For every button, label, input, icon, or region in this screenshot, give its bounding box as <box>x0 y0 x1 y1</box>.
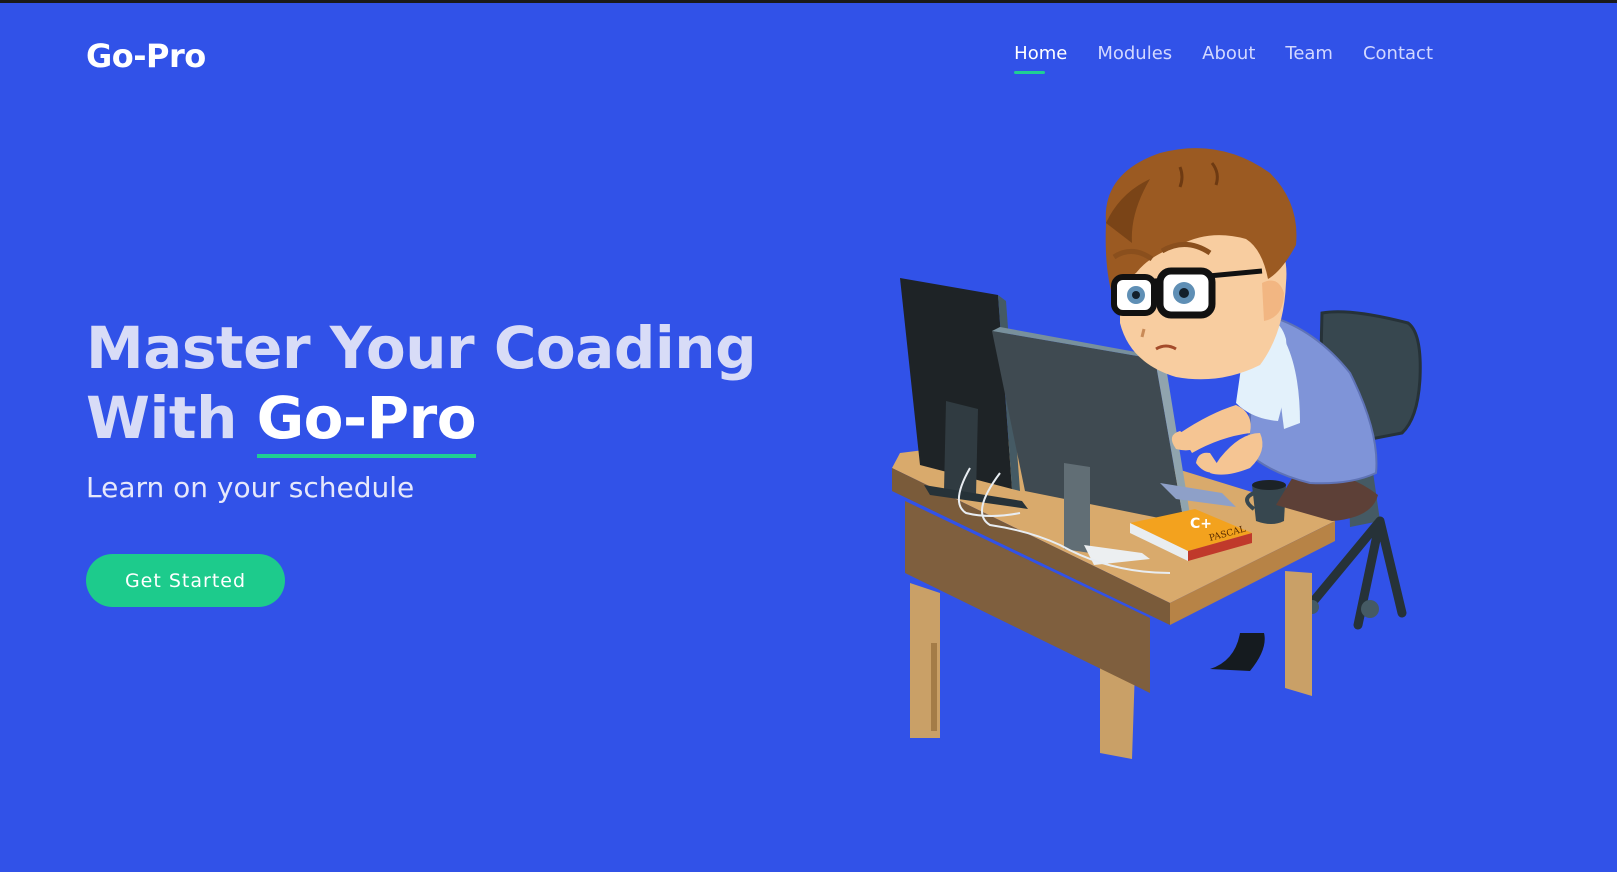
nav-item-about[interactable]: About <box>1202 43 1255 74</box>
hero-subtitle: Learn on your schedule <box>86 471 415 504</box>
hero-title-line2-prefix: With <box>86 384 257 452</box>
nav-item-contact[interactable]: Contact <box>1363 43 1433 74</box>
nav-item-modules[interactable]: Modules <box>1097 43 1172 74</box>
developer-illustration: PASCAL C+ <box>892 148 1422 759</box>
landing-page: Go-Pro Home Modules About Team Contact M… <box>0 3 1617 872</box>
get-started-button[interactable]: Get Started <box>86 554 285 607</box>
nav-item-team[interactable]: Team <box>1285 43 1333 74</box>
site-logo[interactable]: Go-Pro <box>86 37 206 75</box>
hero-title-line1: Master Your Coading <box>86 314 757 382</box>
main-nav: Home Modules About Team Contact <box>1014 43 1433 74</box>
hero-title-brand: Go-Pro <box>256 384 477 452</box>
hero-title: Master Your Coading With Go-Pro <box>86 313 757 453</box>
book-cover-label: C+ <box>1190 516 1212 532</box>
nav-item-home[interactable]: Home <box>1014 43 1067 74</box>
